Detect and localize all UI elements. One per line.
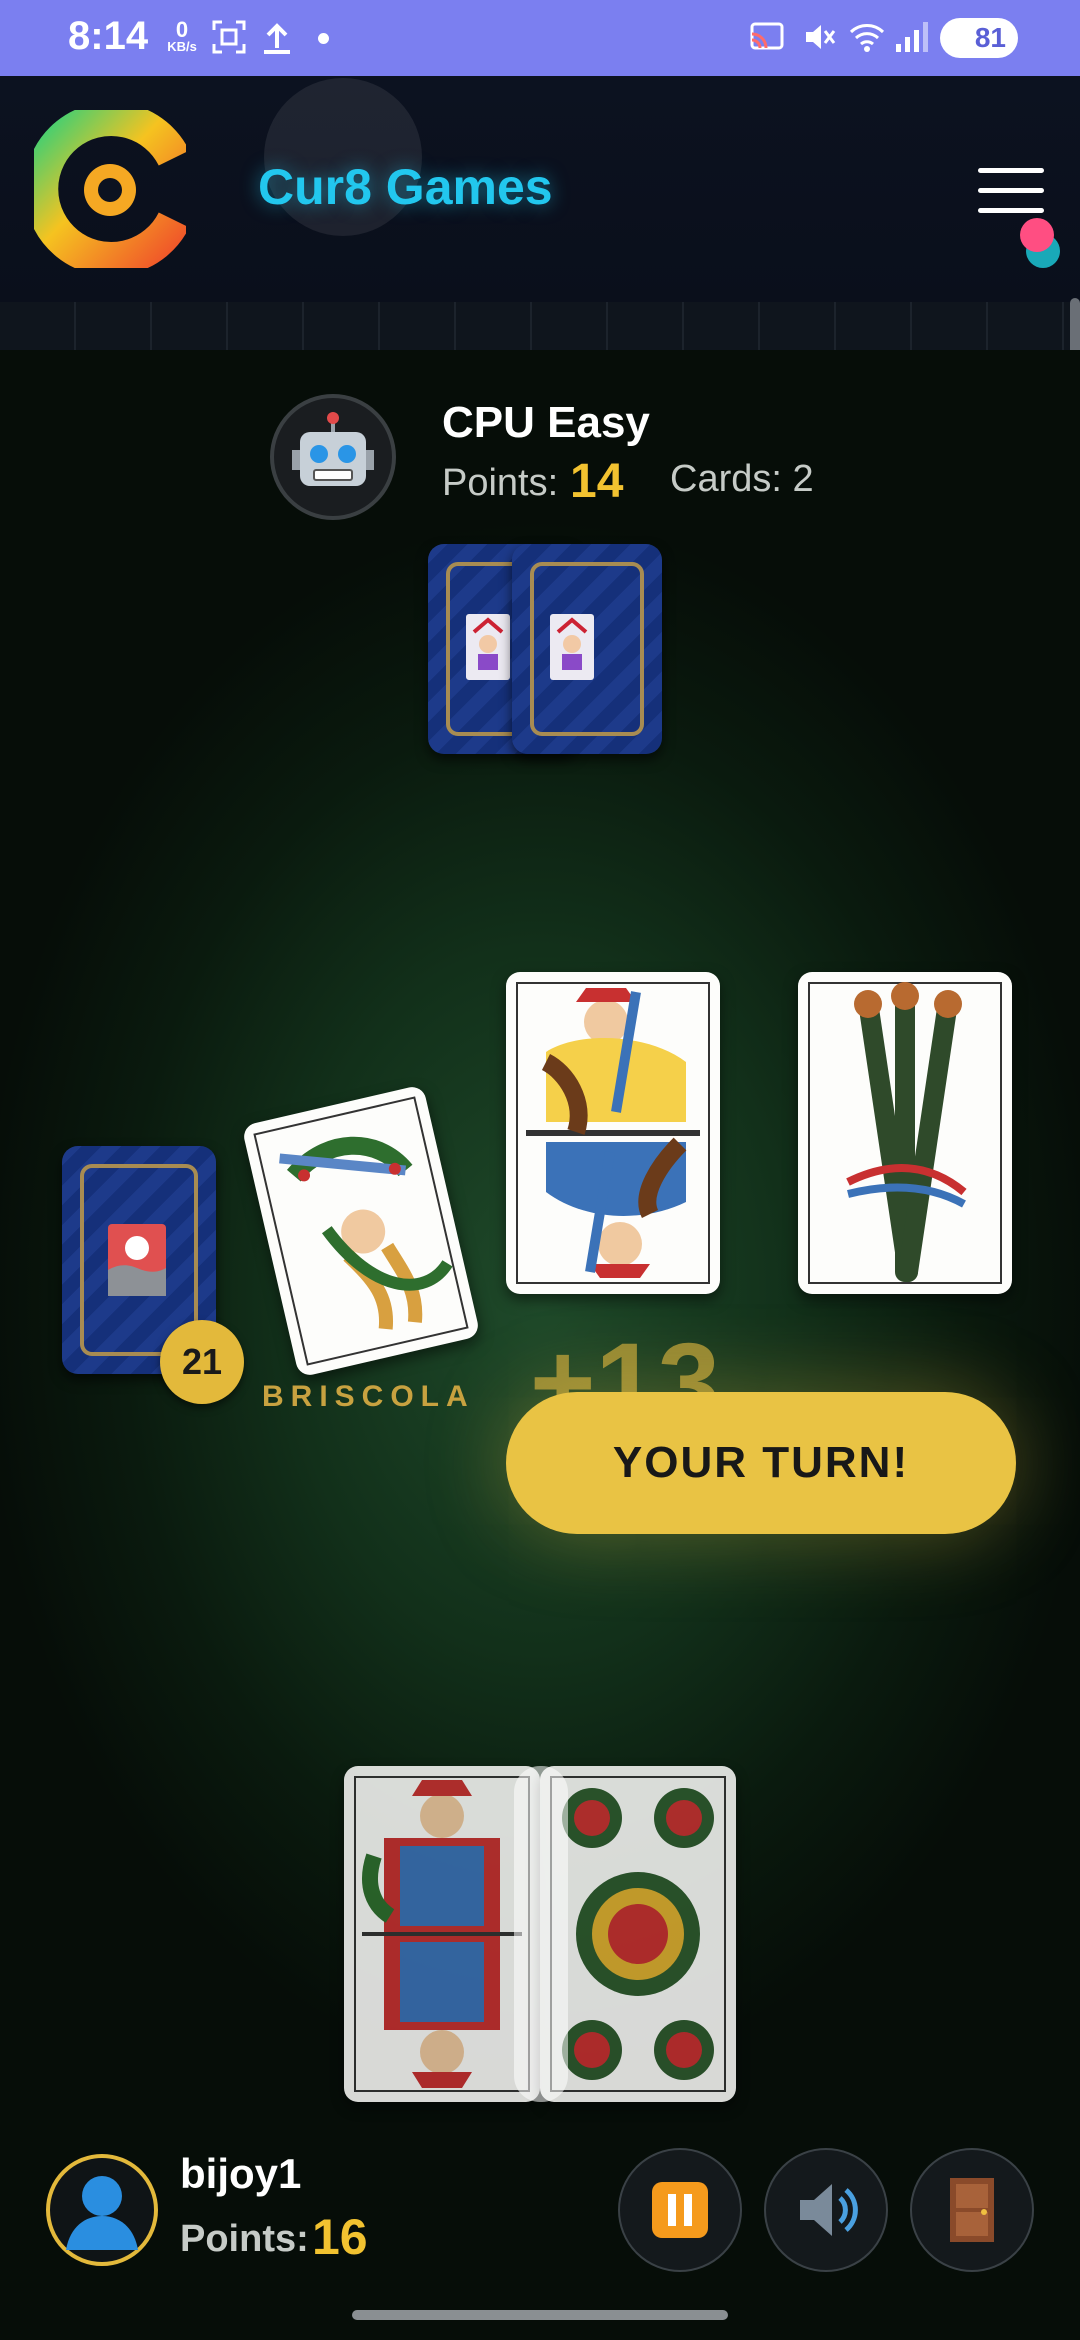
screenshot-icon xyxy=(212,20,246,54)
turn-indicator: YOUR TURN! xyxy=(506,1392,1016,1534)
notification-dot xyxy=(318,33,329,44)
hand-card-2[interactable] xyxy=(540,1766,736,2102)
opponent-points-label: Points: xyxy=(442,462,559,504)
header-divider xyxy=(0,302,1080,350)
knight-card-art xyxy=(526,988,700,1278)
mute-icon xyxy=(806,25,836,49)
player-avatar xyxy=(46,2154,158,2266)
exit-button[interactable] xyxy=(910,2148,1034,2272)
pause-button[interactable] xyxy=(618,2148,742,2272)
player-points: 16 xyxy=(312,2209,368,2265)
joker-icon xyxy=(466,614,510,680)
menu-notification-badge xyxy=(1020,218,1054,252)
robot-icon xyxy=(292,412,374,486)
player-points-label: Points: xyxy=(180,2218,309,2260)
briscola-label: BRISCOLA xyxy=(262,1380,475,1413)
coins-card-art xyxy=(562,1788,714,2080)
wifi-icon xyxy=(849,24,885,52)
home-indicator[interactable] xyxy=(352,2310,728,2320)
jack-card-art xyxy=(362,1780,522,2088)
user-icon xyxy=(66,2176,138,2250)
card-selection-highlight xyxy=(514,1766,568,2102)
status-time: 8:14 xyxy=(68,14,149,58)
opponent-name: CPU Easy xyxy=(442,398,650,447)
cast-icon xyxy=(750,22,784,50)
battery-indicator: 81 xyxy=(940,18,1018,58)
joker-icon xyxy=(550,614,594,680)
played-card-opponent xyxy=(506,972,720,1294)
sound-button[interactable] xyxy=(764,2148,888,2272)
pause-icon xyxy=(652,2182,708,2238)
batons-card-art xyxy=(846,982,967,1282)
net-speed-unit: KB/s xyxy=(167,39,197,54)
played-card-player xyxy=(798,972,1012,1294)
speaker-icon xyxy=(800,2184,858,2236)
door-icon xyxy=(950,2178,994,2242)
opponent-points: 14 xyxy=(570,455,624,508)
deck-count-badge: 21 xyxy=(160,1320,244,1404)
signal-icon xyxy=(896,22,928,52)
app-header: Cur8 Games xyxy=(0,76,1080,304)
cur8-logo[interactable] xyxy=(34,110,186,268)
hand-card-1[interactable] xyxy=(344,1766,540,2102)
brand-title[interactable]: Cur8 Games xyxy=(258,158,553,216)
status-bar: 8:14 0 KB/s 81 xyxy=(0,0,1080,76)
opponent-avatar xyxy=(270,394,396,520)
opponent-cards-count: Cards: 2 xyxy=(670,458,814,500)
player-name: bijoy1 xyxy=(180,2150,302,2197)
upload-icon xyxy=(264,23,290,54)
opponent-card-back xyxy=(512,544,662,754)
net-speed: 0 KB/s xyxy=(160,19,204,54)
image-placeholder-icon xyxy=(108,1224,166,1296)
